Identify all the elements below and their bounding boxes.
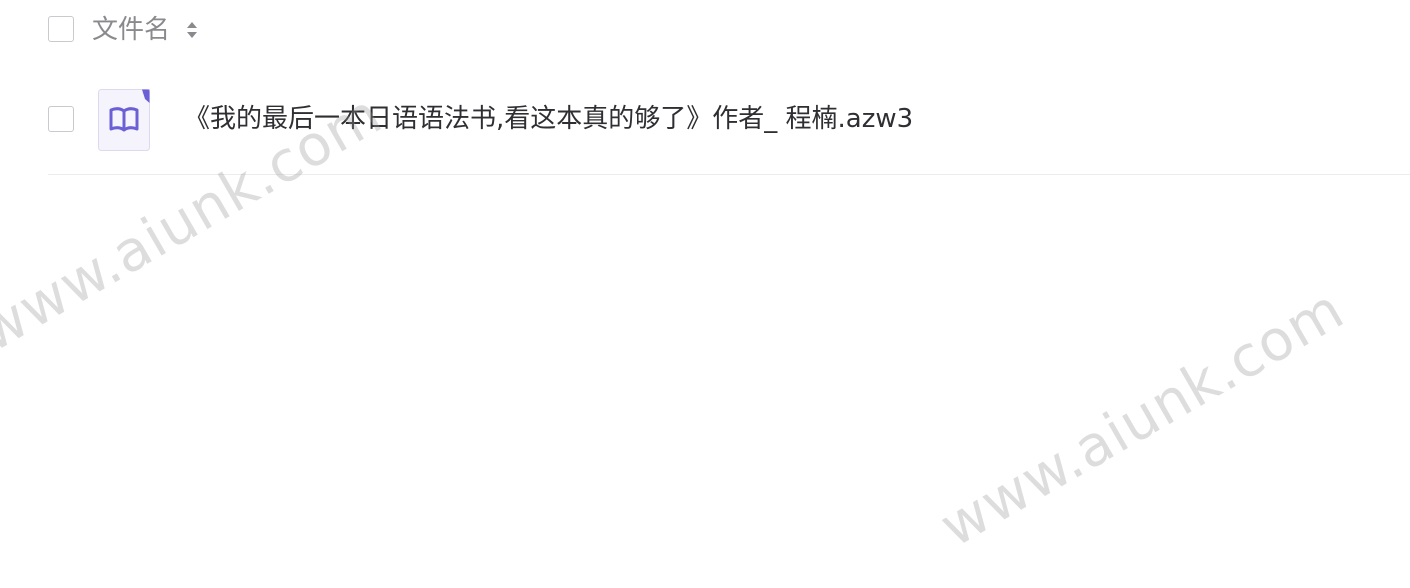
watermark-text: www.aiunk.com — [929, 276, 1355, 560]
select-all-checkbox[interactable] — [48, 16, 74, 42]
ebook-icon — [98, 89, 150, 151]
file-list-page: 文件名 《我的最后一本日语语法书,看这本真的够了》作者_ 程楠.azw3 www… — [0, 0, 1410, 588]
row-checkbox[interactable] — [48, 106, 74, 132]
sort-icon[interactable] — [185, 18, 199, 42]
column-header-filename[interactable]: 文件名 — [92, 14, 170, 46]
